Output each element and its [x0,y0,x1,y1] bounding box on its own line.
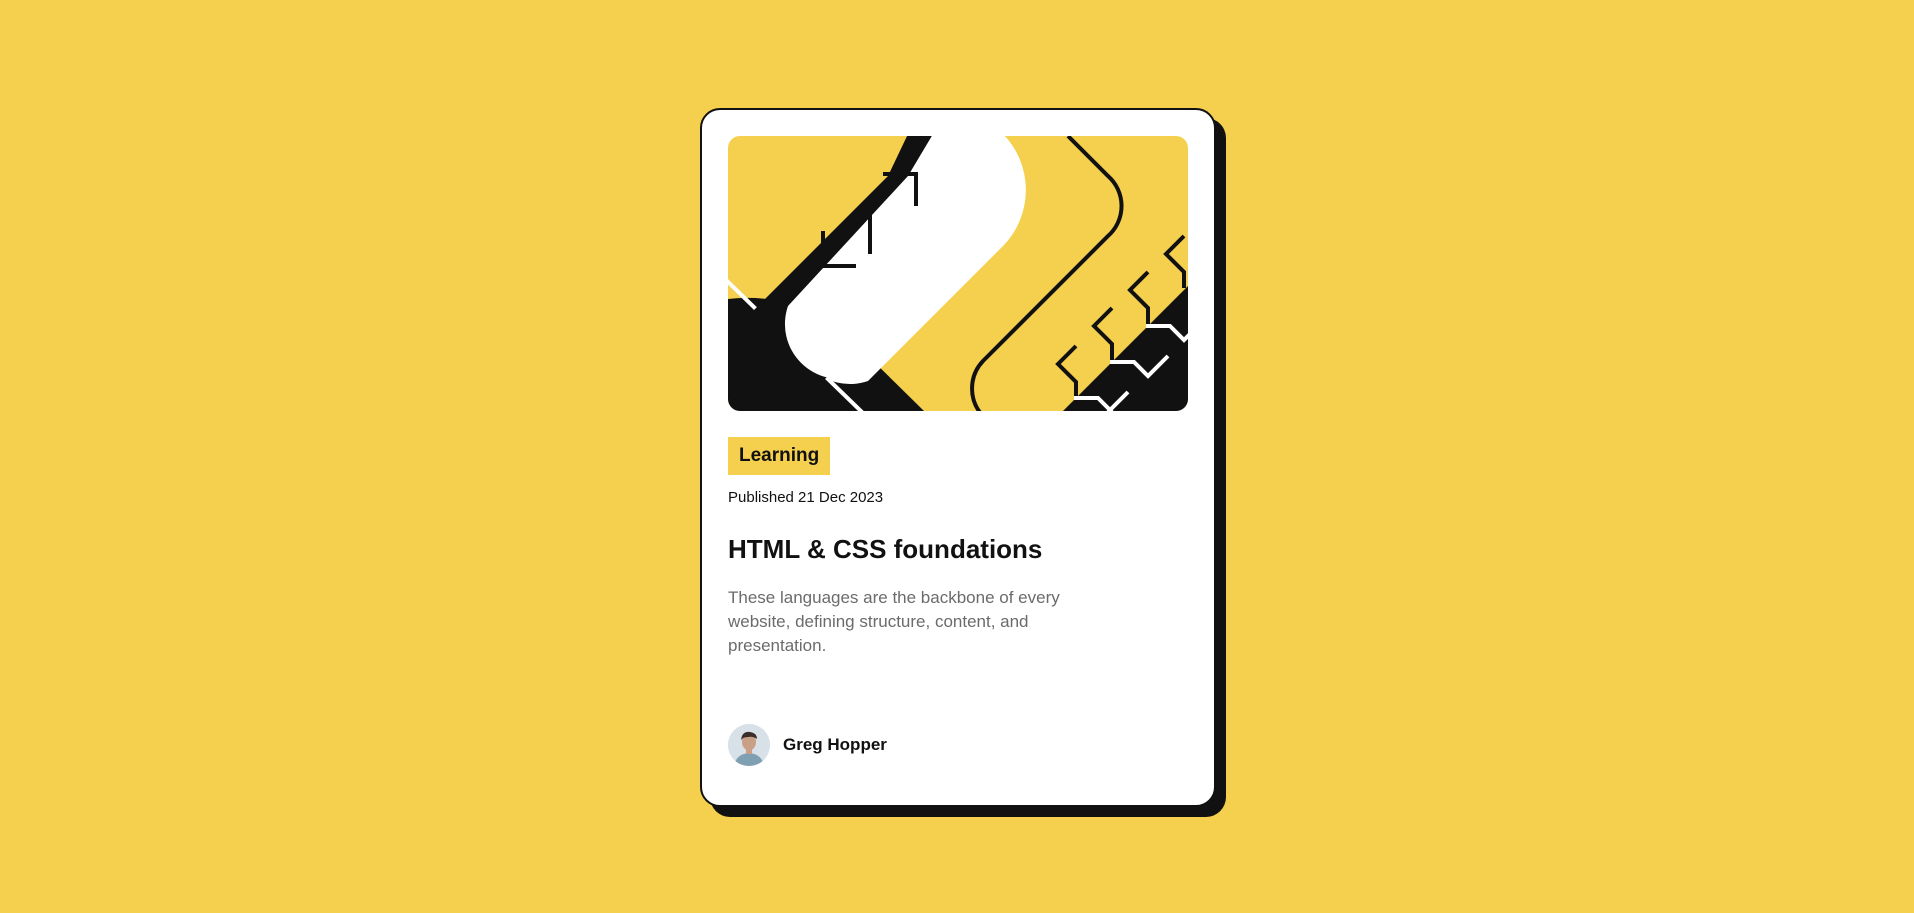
card-description: These languages are the backbone of ever… [728,588,1060,655]
abstract-illustration-icon [728,136,1188,411]
illustration-image [728,136,1188,411]
category-tag: Learning [728,437,831,475]
avatar [728,724,770,766]
blog-preview-card: Learning Published 21 Dec 2023 HTML & CS… [700,108,1216,807]
author-info: Greg Hopper [728,724,887,766]
avatar-photo-icon [728,724,770,766]
author-name: Greg Hopper [783,735,887,754]
card-title[interactable]: HTML & CSS foundations [728,533,1188,565]
published-date: Published 21 Dec 2023 [728,489,884,506]
